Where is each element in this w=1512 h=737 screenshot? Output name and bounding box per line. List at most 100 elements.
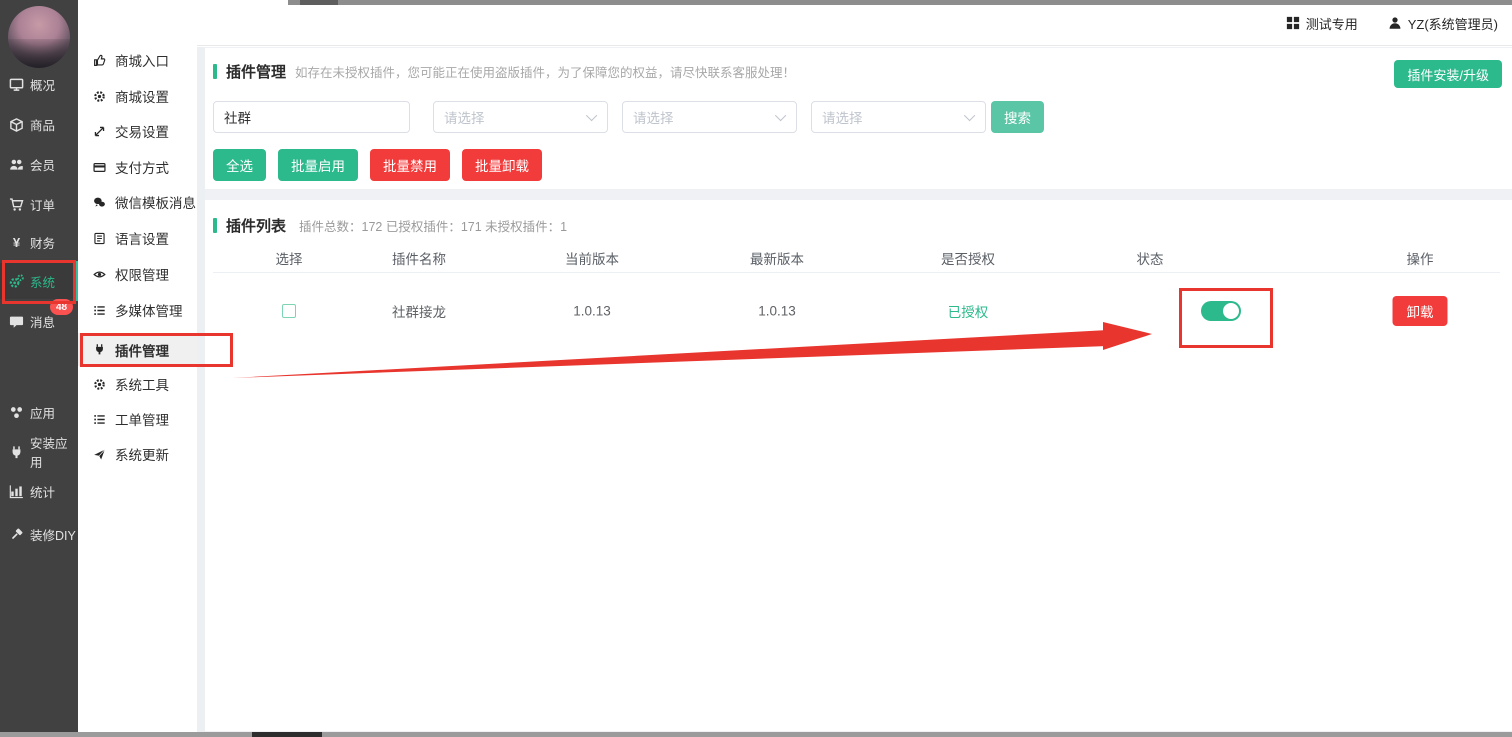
- goods-icon: [9, 117, 24, 132]
- sidebar-item-finance[interactable]: ¥ 财务: [0, 224, 78, 260]
- sidebar-item-stats[interactable]: 统计: [0, 473, 78, 509]
- col-header-status: 状态: [1137, 248, 1164, 268]
- select-placeholder: 请选择: [633, 107, 674, 127]
- submenu-item-system-tools[interactable]: 系统工具: [78, 367, 197, 401]
- language-book-icon: [93, 232, 106, 245]
- members-icon: [9, 157, 24, 172]
- grid-icon: [1286, 16, 1300, 30]
- stats-icon: [9, 484, 24, 499]
- submenu-item-plugin-manager[interactable]: 插件管理: [78, 333, 197, 366]
- batch-disable-button[interactable]: 批量禁用: [370, 149, 450, 181]
- submenu-item-wechat-template[interactable]: 微信模板消息: [78, 185, 197, 219]
- filter-select-1[interactable]: 请选择: [433, 101, 608, 133]
- list-title: 插件列表: [226, 215, 286, 236]
- submenu-item-label: 插件管理: [115, 340, 169, 360]
- workspace-label: 测试专用: [1306, 14, 1358, 33]
- top-scrollbar-thumb[interactable]: [300, 0, 338, 5]
- submenu-item-shop-settings[interactable]: 商城设置: [78, 79, 197, 113]
- credit-card-icon: [93, 161, 106, 174]
- sidebar-item-overview[interactable]: 概况: [0, 66, 78, 102]
- col-header-name: 插件名称: [392, 248, 446, 268]
- thumbs-up-icon: [93, 54, 106, 67]
- sidebar-item-diy[interactable]: 装修DIY: [0, 516, 78, 552]
- status-toggle[interactable]: [1201, 301, 1241, 321]
- sidebar-item-label: 概况: [30, 75, 55, 94]
- submenu-item-label: 商城设置: [115, 86, 169, 106]
- uninstall-button[interactable]: 卸载: [1393, 296, 1448, 326]
- sidebar-item-members[interactable]: 会员: [0, 146, 78, 182]
- gear-icon: [93, 378, 106, 391]
- list-icon: [93, 304, 106, 317]
- filter-select-3[interactable]: 请选择: [811, 101, 986, 133]
- search-button[interactable]: 搜索: [991, 101, 1044, 133]
- sidebar-item-label: 订单: [30, 195, 55, 214]
- user-icon: [1388, 16, 1402, 30]
- submenu-item-label: 商城入口: [115, 50, 169, 70]
- plugin-name: 社群接龙: [392, 301, 446, 321]
- sidebar-item-label: 商品: [30, 115, 55, 134]
- active-indicator: [74, 261, 78, 301]
- submenu-item-trade-settings[interactable]: 交易设置: [78, 114, 197, 148]
- sidebar-item-label: 装修DIY: [30, 525, 76, 544]
- overview-icon: [9, 77, 24, 92]
- unauthorized-warning: 如存在未授权插件，您可能正在使用盗版插件，为了保障您的权益，请尽快联系客服处理！: [295, 62, 795, 81]
- submenu-item-media[interactable]: 多媒体管理: [78, 293, 197, 327]
- select-all-button[interactable]: 全选: [213, 149, 266, 181]
- submenu-item-work-orders[interactable]: 工单管理: [78, 402, 197, 436]
- bottom-scrollbar-strip: [0, 732, 1512, 737]
- submenu-item-shop-entry[interactable]: 商城入口: [78, 43, 197, 77]
- diy-hammer-icon: [9, 527, 24, 542]
- plugin-stats: 插件总数：172 已授权插件：171 未授权插件：1: [299, 216, 567, 235]
- sidebar-gap: [197, 47, 205, 737]
- main-content: 插件管理 如存在未授权插件，您可能正在使用盗版插件，为了保障您的权益，请尽快联系…: [205, 47, 1512, 737]
- sidebar-item-label: 统计: [30, 482, 55, 501]
- plugin-search-input[interactable]: [213, 101, 410, 133]
- avatar[interactable]: [8, 6, 70, 68]
- toggle-knob: [1223, 303, 1239, 319]
- sidebar-item-apps[interactable]: 应用: [0, 394, 78, 430]
- install-upgrade-button[interactable]: 插件安装/升级: [1394, 60, 1502, 88]
- wechat-icon: [93, 196, 106, 209]
- message-count-badge: 48: [50, 299, 73, 315]
- top-header: 测试专用 YZ(系统管理员): [197, 0, 1512, 46]
- sidebar-item-label: 消息: [30, 312, 55, 331]
- top-scrollbar-strip: [288, 0, 1512, 5]
- title-accent-bar: [213, 64, 217, 79]
- submenu-item-label: 微信模板消息: [115, 192, 196, 212]
- batch-uninstall-button[interactable]: 批量卸载: [462, 149, 542, 181]
- row-checkbox-cell: [282, 304, 296, 318]
- filter-select-2[interactable]: 请选择: [622, 101, 797, 133]
- submenu-item-label: 多媒体管理: [115, 300, 183, 320]
- bottom-scrollbar-thumb[interactable]: [252, 732, 322, 737]
- sidebar-item-label: 系统: [30, 272, 55, 291]
- submenu-item-payment[interactable]: 支付方式: [78, 150, 197, 184]
- latest-version: 1.0.13: [758, 304, 796, 319]
- sidebar-item-system[interactable]: 系统: [0, 263, 78, 299]
- system-gears-icon: [9, 274, 24, 289]
- submenu-item-label: 系统更新: [115, 444, 169, 464]
- col-header-auth: 是否授权: [941, 248, 995, 268]
- sidebar-item-goods[interactable]: 商品: [0, 106, 78, 142]
- gear-icon: [93, 90, 106, 103]
- user-menu[interactable]: YZ(系统管理员): [1388, 14, 1498, 33]
- chevron-down-icon: [964, 110, 975, 121]
- svg-text:¥: ¥: [13, 235, 21, 250]
- submenu-item-system-update[interactable]: 系统更新: [78, 437, 197, 471]
- col-header-current: 当前版本: [565, 248, 619, 268]
- submenu-item-permissions[interactable]: 权限管理: [78, 257, 197, 291]
- submenu-item-label: 语言设置: [115, 228, 169, 248]
- eye-icon: [93, 268, 106, 281]
- orders-icon: [9, 197, 24, 212]
- batch-enable-button[interactable]: 批量启用: [278, 149, 358, 181]
- chevron-down-icon: [586, 110, 597, 121]
- submenu-item-language[interactable]: 语言设置: [78, 221, 197, 255]
- submenu-item-label: 支付方式: [115, 157, 169, 177]
- plugin-plug-icon: [93, 343, 106, 356]
- sidebar-item-install-app[interactable]: 安装应用: [0, 434, 78, 470]
- paper-plane-icon: [93, 448, 106, 461]
- sidebar-item-orders[interactable]: 订单: [0, 186, 78, 222]
- row-checkbox[interactable]: [282, 304, 296, 318]
- submenu-item-label: 权限管理: [115, 264, 169, 284]
- workspace-switcher[interactable]: 测试专用: [1286, 14, 1358, 33]
- plugin-manager-panel: 插件管理 如存在未授权插件，您可能正在使用盗版插件，为了保障您的权益，请尽快联系…: [205, 48, 1512, 189]
